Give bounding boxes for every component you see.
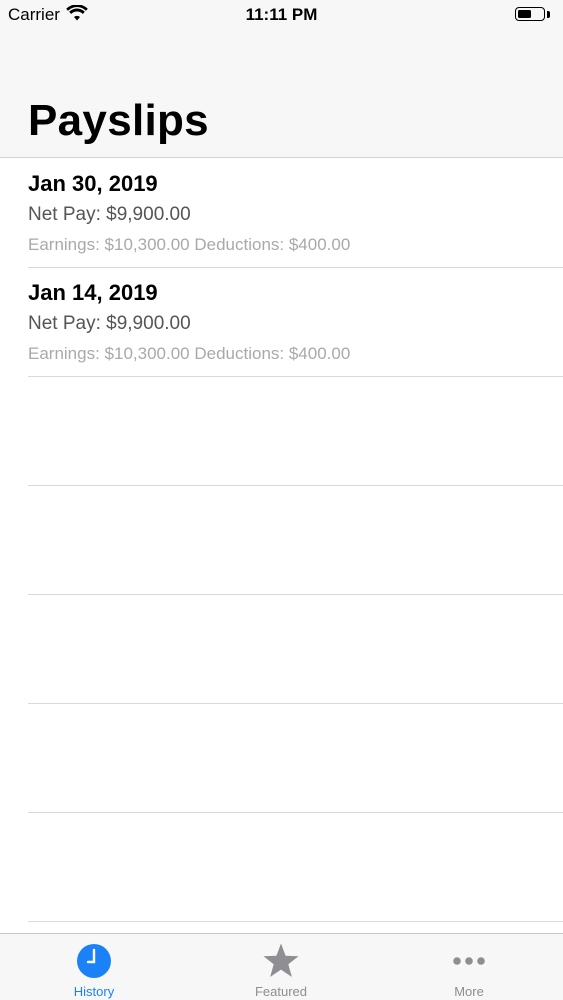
payslip-breakdown: Earnings: $10,300.00 Deductions: $400.00 (28, 344, 351, 363)
tab-bar: History Featured More (0, 933, 563, 1000)
payslip-net-pay: Net Pay: $9,900.00 (28, 313, 191, 334)
tab-featured[interactable]: Featured (187, 934, 375, 1000)
tab-label-more: More (454, 984, 484, 999)
star-icon (263, 943, 299, 977)
clock-icon (77, 944, 111, 978)
status-bar: Carrier 11:11 PM (0, 0, 563, 30)
battery-level (518, 10, 531, 18)
tab-history[interactable]: History (0, 934, 188, 1000)
empty-list-row (28, 704, 563, 813)
tab-more[interactable]: More (375, 934, 563, 1000)
payslip-row[interactable]: Jan 30, 2019 Net Pay: $9,900.00 Earnings… (28, 159, 563, 268)
payslip-net-pay: Net Pay: $9,900.00 (28, 204, 191, 225)
navigation-header: Payslips (0, 30, 563, 158)
page-title: Payslips (28, 96, 209, 145)
more-icon (453, 957, 485, 965)
app-screen: Carrier 11:11 PM Payslips Jan 30, 2019 N… (0, 0, 563, 1000)
payslip-breakdown: Earnings: $10,300.00 Deductions: $400.00 (28, 235, 351, 254)
payslip-list: Jan 30, 2019 Net Pay: $9,900.00 Earnings… (0, 159, 563, 922)
payslip-date: Jan 14, 2019 (28, 280, 158, 305)
empty-list-row (28, 377, 563, 486)
clock-time: 11:11 PM (245, 5, 318, 24)
battery-icon (515, 7, 545, 21)
tab-label-history: History (73, 984, 115, 999)
payslip-date: Jan 30, 2019 (28, 171, 158, 196)
empty-list-row (28, 595, 563, 704)
empty-list-row (28, 486, 563, 595)
payslip-row[interactable]: Jan 14, 2019 Net Pay: $9,900.00 Earnings… (28, 268, 563, 377)
battery-cap (547, 11, 550, 18)
empty-list-row (28, 813, 563, 922)
tab-label-featured: Featured (254, 984, 308, 999)
